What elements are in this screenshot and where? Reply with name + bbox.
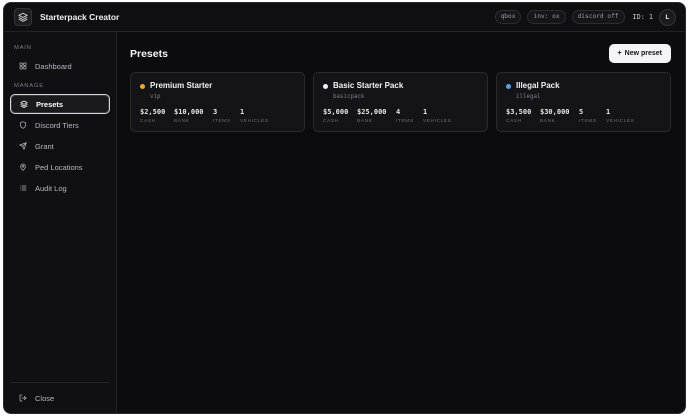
stat-label: ITEMS xyxy=(396,119,414,124)
sidebar-item-label: Presets xyxy=(36,99,64,109)
stat-value: 1 xyxy=(423,108,428,116)
list-icon xyxy=(17,184,29,192)
stat-label: BANK xyxy=(357,119,373,124)
new-preset-label: New preset xyxy=(624,50,662,57)
stat-value: $3,500 xyxy=(506,108,532,116)
stat-label: ITEMS xyxy=(579,119,597,124)
stat-value: 1 xyxy=(240,108,245,116)
logout-icon xyxy=(17,394,29,402)
title-bar: Starterpack Creator qbox inv: ox discord… xyxy=(4,3,685,32)
stat-value: $25,000 xyxy=(357,108,387,116)
section-label-main: MAIN xyxy=(14,45,32,51)
stat-bank: $10,000 BANK xyxy=(174,108,204,124)
stat-value: $5,000 xyxy=(323,108,349,116)
stat-label: CASH xyxy=(323,119,339,124)
sidebar-item-label: Dashboard xyxy=(35,61,72,71)
stat-value: 1 xyxy=(606,108,611,116)
stat-cash: $3,500 CASH xyxy=(506,108,531,124)
stat-label: CASH xyxy=(140,119,156,124)
stat-bank: $25,000 BANK xyxy=(357,108,387,124)
plus-icon: + xyxy=(617,50,622,57)
stat-label: ITEMS xyxy=(213,119,231,124)
stat-value: $30,000 xyxy=(540,108,570,116)
close-label: Close xyxy=(35,393,55,403)
preset-card-basic-starter-pack[interactable]: Basic Starter Pack basicpack $5,000 CASH … xyxy=(313,72,488,132)
preset-color-dot xyxy=(140,84,145,89)
preset-color-dot xyxy=(506,84,511,89)
sidebar-item-label: Ped Locations xyxy=(35,162,83,172)
close-button[interactable]: Close xyxy=(10,389,110,407)
sidebar-item-label: Discord Tiers xyxy=(35,120,79,130)
stat-bank: $30,000 BANK xyxy=(540,108,570,124)
sidebar-item-audit-log[interactable]: Audit Log xyxy=(10,179,110,197)
status-area: qbox inv: ox discord off ID: 1 L xyxy=(494,8,676,26)
stat-items: 4 ITEMS xyxy=(396,108,414,124)
sidebar-item-discord-tiers[interactable]: Discord Tiers xyxy=(10,116,110,134)
stat-value: 4 xyxy=(396,108,401,116)
stat-label: BANK xyxy=(540,119,556,124)
preset-color-dot xyxy=(323,84,328,89)
stat-label: VEHICLES xyxy=(606,119,635,124)
stat-value: 5 xyxy=(579,108,584,116)
send-icon xyxy=(17,142,29,150)
sidebar-item-dashboard[interactable]: Dashboard xyxy=(10,57,110,75)
preset-tag: illegal xyxy=(516,94,541,100)
sidebar-item-ped-locations[interactable]: Ped Locations xyxy=(10,158,110,176)
preset-tag: basicpack xyxy=(333,94,365,100)
sidebar-item-label: Audit Log xyxy=(35,183,67,193)
app-window: Starterpack Creator qbox inv: ox discord… xyxy=(3,2,686,414)
stat-items: 3 ITEMS xyxy=(213,108,231,124)
preset-name: Basic Starter Pack xyxy=(333,81,404,90)
page-title: Presets xyxy=(130,48,168,60)
stat-label: VEHICLES xyxy=(240,119,269,124)
app-title: Starterpack Creator xyxy=(40,12,120,22)
map-pin-icon xyxy=(17,163,29,171)
layers-icon xyxy=(14,8,32,26)
preset-card-premium-starter[interactable]: Premium Starter vip $2,500 CASH $10,000 BA… xyxy=(130,72,305,132)
discord-status-badge: discord off xyxy=(571,10,625,24)
preset-name: Premium Starter xyxy=(150,81,213,90)
stat-label: BANK xyxy=(174,119,190,124)
stat-vehicles: 1 VEHICLES xyxy=(423,108,452,124)
stat-items: 5 ITEMS xyxy=(579,108,597,124)
sidebar: MAIN Dashboard MANAGE Presets Discord Ti… xyxy=(4,32,117,413)
player-id: ID: 1 xyxy=(632,13,653,21)
stat-cash: $2,500 CASH xyxy=(140,108,165,124)
layers-icon xyxy=(18,100,30,108)
main-content: Presets + New preset Premium Starter vip… xyxy=(117,32,685,413)
inventory-badge: inv: ox xyxy=(527,10,566,24)
stat-vehicles: 1 VEHICLES xyxy=(240,108,269,124)
preset-tag: vip xyxy=(150,94,161,100)
preset-name: Illegal Pack xyxy=(516,81,560,90)
framework-badge: qbox xyxy=(494,10,522,24)
sidebar-item-grant[interactable]: Grant xyxy=(10,137,110,155)
avatar[interactable]: L xyxy=(659,8,676,26)
stat-label: VEHICLES xyxy=(423,119,452,124)
stat-value: $2,500 xyxy=(140,108,166,116)
sidebar-item-presets[interactable]: Presets xyxy=(10,94,110,114)
preset-card-illegal-pack[interactable]: Illegal Pack illegal $3,500 CASH $30,000 B… xyxy=(496,72,671,132)
new-preset-button[interactable]: + New preset xyxy=(608,44,671,63)
sidebar-divider xyxy=(10,382,110,383)
stat-value: $10,000 xyxy=(174,108,204,116)
stat-value: 3 xyxy=(213,108,218,116)
section-label-manage: MANAGE xyxy=(14,83,44,89)
shield-icon xyxy=(17,121,29,129)
sidebar-item-label: Grant xyxy=(35,141,54,151)
stat-cash: $5,000 CASH xyxy=(323,108,348,124)
stat-vehicles: 1 VEHICLES xyxy=(606,108,635,124)
stat-label: CASH xyxy=(506,119,522,124)
dashboard-icon xyxy=(17,62,29,70)
